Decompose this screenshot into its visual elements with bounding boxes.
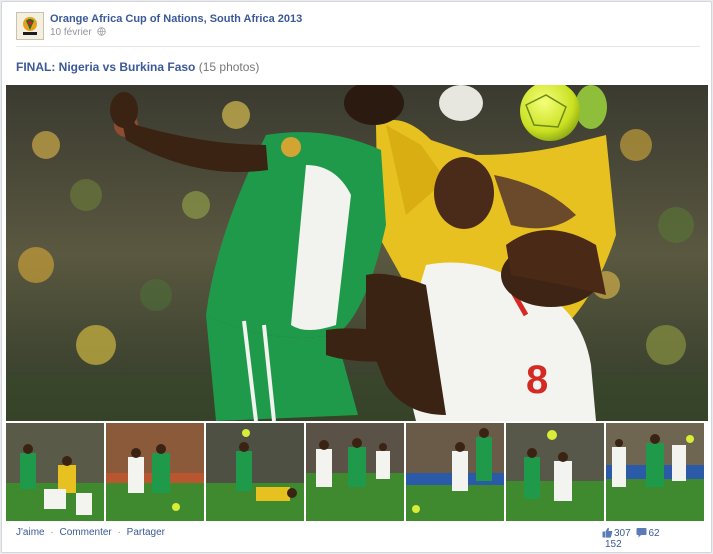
page-avatar[interactable]: [16, 12, 44, 40]
shares-count[interactable]: 152: [605, 539, 622, 550]
thumbnail-image: [206, 423, 304, 521]
page-name-link[interactable]: Orange Africa Cup of Nations, South Afri…: [50, 13, 302, 25]
like-link[interactable]: J'aime: [16, 527, 45, 538]
likes-count-link[interactable]: 307: [602, 527, 631, 539]
post-stats: 307 62: [602, 527, 660, 539]
likes-count: 307: [614, 528, 631, 539]
thumbnail-image: [406, 423, 504, 521]
comment-icon: [636, 528, 647, 538]
thumbnail-photo[interactable]: [606, 423, 704, 521]
album-photo-count: (15 photos): [198, 60, 260, 74]
thumbnail-photo[interactable]: [306, 423, 404, 521]
thumbnail-image: [106, 423, 204, 521]
thumbnail-photo[interactable]: [206, 423, 304, 521]
action-separator: ·: [50, 527, 54, 538]
globe-icon: [97, 27, 107, 36]
thumbnail-strip: [6, 423, 708, 521]
thumbnail-image: [6, 423, 104, 521]
thumbnail-photo[interactable]: [6, 423, 104, 521]
post-actions: J'aime · Commenter · Partager: [16, 527, 165, 538]
header-divider: [16, 46, 700, 47]
thumbnail-photo[interactable]: [506, 423, 604, 521]
post-date[interactable]: 10 février: [50, 27, 92, 38]
post-header: Orange Africa Cup of Nations, South Afri…: [16, 12, 696, 46]
afcon-logo-icon: [17, 13, 43, 39]
post-meta: 10 février: [50, 27, 107, 38]
thumbnail-photo[interactable]: [106, 423, 204, 521]
jersey-number: 8: [526, 358, 548, 402]
album-caption: FINAL: Nigeria vs Burkina Faso (15 photo…: [16, 60, 259, 74]
share-link[interactable]: Partager: [127, 527, 165, 538]
comments-count-link[interactable]: 62: [636, 527, 660, 539]
thumbnail-photo[interactable]: [406, 423, 504, 521]
action-separator: ·: [117, 527, 121, 538]
thumbnail-image: [606, 423, 704, 521]
photo-album-post: Orange Africa Cup of Nations, South Afri…: [1, 1, 712, 553]
thumbnail-image: [506, 423, 604, 521]
thumbnail-image: [306, 423, 404, 521]
main-photo[interactable]: 8: [6, 85, 708, 421]
album-title-link[interactable]: FINAL: Nigeria vs Burkina Faso: [16, 60, 195, 74]
comments-count: 62: [648, 528, 660, 539]
comment-link[interactable]: Commenter: [60, 527, 112, 538]
main-photo-image: 8: [6, 85, 708, 421]
thumbs-up-icon: [602, 527, 613, 538]
